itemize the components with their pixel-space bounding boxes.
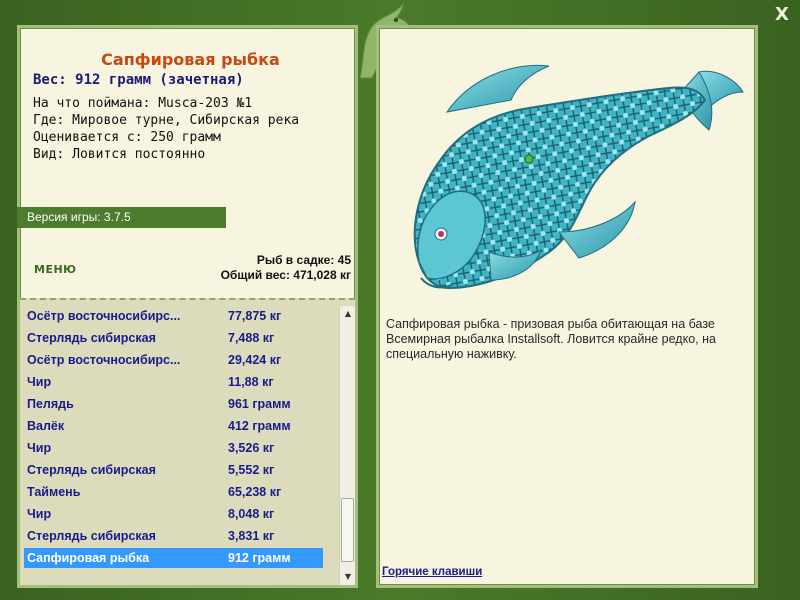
list-item-name: Валёк (27, 419, 65, 433)
list-item-name: Чир (27, 441, 52, 455)
list-item-weight: 8,048 кг (228, 507, 275, 521)
fish-kind: Вид: Ловится постоянно (33, 147, 206, 162)
total-weight: Общий вес: 471,028 кг (220, 268, 351, 282)
list-item[interactable]: Таймень 65,238 кг (24, 482, 323, 502)
list-item-name: Чир (27, 507, 52, 521)
fish-picture-panel: Сапфировая рыбка - призовая рыба обитающ… (376, 25, 758, 588)
list-item-name: Пелядь (27, 397, 74, 411)
list-item-name: Осётр восточносибирс... (27, 309, 181, 323)
list-item-name: Осётр восточносибирс... (27, 353, 181, 367)
fish-location: Где: Мировое турне, Сибирская река (33, 113, 300, 128)
fish-bait: На что поймана: Musca-203 №1 (33, 96, 253, 111)
close-icon: X (775, 4, 789, 25)
list-item[interactable]: Валёк 412 грамм (24, 416, 323, 436)
scrollbar[interactable]: ▲ ▼ (339, 306, 355, 585)
hotkeys-link[interactable]: Горячие клавиши (382, 566, 482, 578)
list-item-name: Чир (27, 375, 52, 389)
sapphire-fish-image (413, 64, 744, 290)
fish-description: Сапфировая рыбка - призовая рыба обитающ… (386, 317, 716, 361)
list-item-weight: 961 грамм (228, 397, 291, 411)
list-item-weight: 912 грамм (228, 551, 291, 565)
list-item-weight: 29,424 кг (228, 353, 282, 367)
list-item-weight: 3,831 кг (228, 529, 275, 543)
list-item[interactable]: Осётр восточносибирс... 77,875 кг (24, 306, 323, 326)
list-item-name: Сапфировая рыбка (27, 551, 150, 565)
list-item[interactable]: Сапфировая рыбка 912 грамм (24, 548, 323, 568)
list-item-name: Стерлядь сибирская (27, 463, 156, 477)
list-item-name: Стерлядь сибирская (27, 331, 156, 345)
list-item-weight: 3,526 кг (228, 441, 275, 455)
list-item[interactable]: Пелядь 961 грамм (24, 394, 323, 414)
catch-list: Осётр восточносибирс... 77,875 кг Стерлядь… (20, 298, 355, 585)
scroll-thumb[interactable] (341, 498, 354, 562)
list-item-weight: 5,552 кг (228, 463, 275, 477)
scroll-up-arrow-icon[interactable]: ▲ (340, 306, 356, 322)
list-item[interactable]: Чир 3,526 кг (24, 438, 323, 458)
game-window-frame: X Сапфировая рыбка Вес: 912 грамм (зачет… (0, 0, 800, 600)
list-item-weight: 412 грамм (228, 419, 291, 433)
list-item[interactable]: Стерлядь сибирская 7,488 кг (24, 328, 323, 348)
list-item[interactable]: Чир 11,88 кг (24, 372, 323, 392)
fish-valuation: Оценивается с: 250 грамм (33, 130, 221, 145)
menu-button[interactable]: МЕНЮ (34, 263, 77, 276)
list-item[interactable]: Чир 8,048 кг (24, 504, 323, 524)
list-item-name: Таймень (27, 485, 81, 499)
list-item[interactable]: Стерлядь сибирская 5,552 кг (24, 460, 323, 480)
list-item-weight: 11,88 кг (228, 375, 274, 389)
fish-info-panel: Сапфировая рыбка Вес: 912 грамм (зачетна… (17, 25, 358, 588)
fish-count: Рыб в садке: 45 (256, 253, 351, 267)
scroll-down-arrow-icon[interactable]: ▼ (340, 569, 356, 585)
catch-stats: Рыб в садке: 45 Общий вес: 471,028 кг (221, 253, 351, 283)
fish-name-title: Сапфировая рыбка (101, 50, 280, 69)
list-item-name: Стерлядь сибирская (27, 529, 156, 543)
list-item-weight: 77,875 кг (228, 309, 282, 323)
close-button[interactable]: X (771, 4, 793, 26)
version-bar: Версия игры: 3.7.5 (17, 207, 226, 228)
list-item-weight: 7,488 кг (228, 331, 275, 345)
fish-weight: Вес: 912 грамм (зачетная) (33, 72, 244, 88)
list-item-weight: 65,238 кг (228, 485, 282, 499)
list-item[interactable]: Осётр восточносибирс... 29,424 кг (24, 350, 323, 370)
list-item[interactable]: Стерлядь сибирская 3,831 кг (24, 526, 323, 546)
